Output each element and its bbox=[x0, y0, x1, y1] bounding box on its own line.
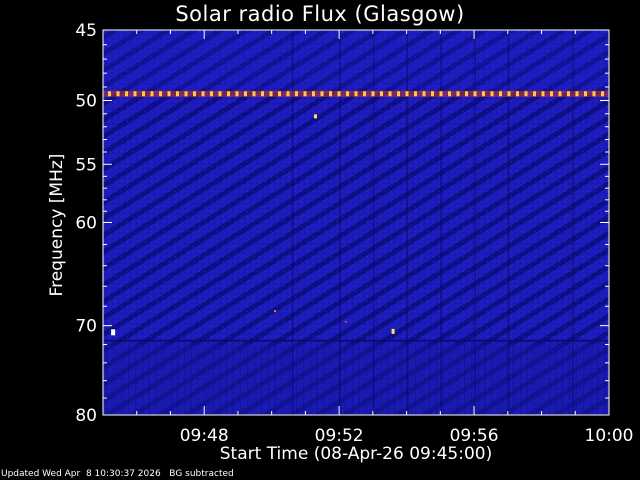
interference-mark bbox=[363, 91, 366, 97]
interference-mark bbox=[278, 91, 281, 97]
interference-mark bbox=[558, 91, 562, 97]
interference-mark bbox=[456, 91, 460, 97]
interference-mark bbox=[235, 91, 239, 97]
interference-mark bbox=[295, 91, 298, 97]
interference-mark bbox=[371, 91, 375, 97]
interference-mark bbox=[116, 91, 120, 97]
interference-mark bbox=[465, 91, 468, 97]
interference-mark bbox=[482, 91, 485, 97]
interference-mark bbox=[142, 91, 145, 97]
interference-mark bbox=[414, 91, 417, 97]
interference-mark bbox=[448, 91, 451, 97]
bright-spot bbox=[391, 328, 395, 334]
interference-mark bbox=[210, 91, 213, 97]
interference-mark bbox=[329, 91, 332, 97]
x-tick-label: 09:56 bbox=[450, 426, 499, 446]
bright-spot bbox=[344, 320, 347, 323]
interference-mark bbox=[567, 91, 570, 97]
interference-mark bbox=[516, 91, 519, 97]
spectrum-upper-tint bbox=[103, 30, 609, 90]
interference-mark bbox=[439, 91, 443, 97]
interference-mark bbox=[397, 91, 400, 97]
interference-mark bbox=[159, 91, 162, 97]
interference-mark bbox=[405, 91, 409, 97]
y-tick-label: 80 bbox=[75, 406, 97, 426]
spectrum-streak-5 bbox=[474, 30, 476, 415]
interference-mark bbox=[550, 91, 553, 97]
interference-mark bbox=[227, 91, 230, 97]
interference-mark bbox=[150, 91, 154, 97]
bright-spot bbox=[274, 310, 277, 313]
interference-mark bbox=[201, 91, 205, 97]
spectrogram-image bbox=[103, 30, 609, 415]
bright-spot bbox=[314, 114, 318, 119]
spectrum-streak-6 bbox=[507, 30, 510, 415]
interference-mark bbox=[354, 91, 358, 97]
interference-mark bbox=[303, 91, 307, 97]
interference-mark bbox=[431, 91, 434, 97]
interference-mark bbox=[524, 91, 528, 97]
interference-mark bbox=[108, 91, 111, 97]
x-tick-label: 10:00 bbox=[585, 426, 634, 446]
spectrum-streak-4 bbox=[440, 30, 442, 415]
interference-mark bbox=[286, 91, 290, 97]
interference-mark bbox=[269, 91, 273, 97]
spectrum-streak-7 bbox=[571, 30, 574, 415]
interference-mark bbox=[244, 91, 247, 97]
interference-mark bbox=[533, 91, 536, 97]
spectrum-streak-0 bbox=[291, 30, 294, 415]
y-tick-label: 50 bbox=[75, 92, 97, 112]
interference-mark bbox=[337, 91, 341, 97]
interference-mark bbox=[312, 91, 315, 97]
interference-mark bbox=[601, 91, 604, 97]
interference-mark bbox=[422, 91, 426, 97]
y-axis-label: Frequency [MHz] bbox=[47, 153, 67, 297]
interference-mark bbox=[176, 91, 179, 97]
interference-mark bbox=[320, 91, 324, 97]
spectrogram-chart: 45505560708009:48 09:52 09:56 10:00 bbox=[75, 21, 634, 446]
interference-mark bbox=[252, 91, 256, 97]
interference-mark bbox=[133, 91, 137, 97]
interference-mark bbox=[592, 91, 596, 97]
chart-title: Solar radio Flux (Glasgow) bbox=[175, 2, 465, 26]
x-tick-label: 09:52 bbox=[315, 426, 364, 446]
bright-spot bbox=[111, 329, 116, 336]
spectrum-streak-1 bbox=[339, 30, 341, 415]
interference-mark bbox=[184, 91, 188, 97]
interference-mark bbox=[473, 91, 477, 97]
interference-mark bbox=[490, 91, 494, 97]
interference-mark bbox=[388, 91, 392, 97]
interference-mark bbox=[218, 91, 222, 97]
y-tick-label: 55 bbox=[75, 155, 97, 175]
spectrum-lower-tint bbox=[103, 344, 609, 415]
interference-mark bbox=[575, 91, 579, 97]
x-axis-label: Start Time (08-Apr-26 09:45:00) bbox=[219, 444, 493, 464]
x-tick-label: 09:48 bbox=[180, 426, 229, 446]
spectrum-streak-3 bbox=[406, 30, 409, 415]
interference-mark bbox=[541, 91, 545, 97]
y-tick-label: 70 bbox=[75, 317, 97, 337]
interference-mark bbox=[125, 91, 128, 97]
y-tick-label: 60 bbox=[75, 214, 97, 234]
interference-mark bbox=[193, 91, 196, 97]
spectrum-streak-2 bbox=[372, 30, 375, 415]
interference-mark bbox=[499, 91, 502, 97]
interference-mark bbox=[346, 91, 349, 97]
interference-mark bbox=[261, 91, 264, 97]
spectrum-dark-line bbox=[103, 339, 609, 342]
update-status-text: Updated Wed Apr 8 10:30:37 2026 BG subtr… bbox=[1, 469, 234, 479]
interference-mark bbox=[167, 91, 171, 97]
interference-mark bbox=[380, 91, 383, 97]
interference-mark bbox=[584, 91, 587, 97]
interference-mark bbox=[507, 91, 511, 97]
